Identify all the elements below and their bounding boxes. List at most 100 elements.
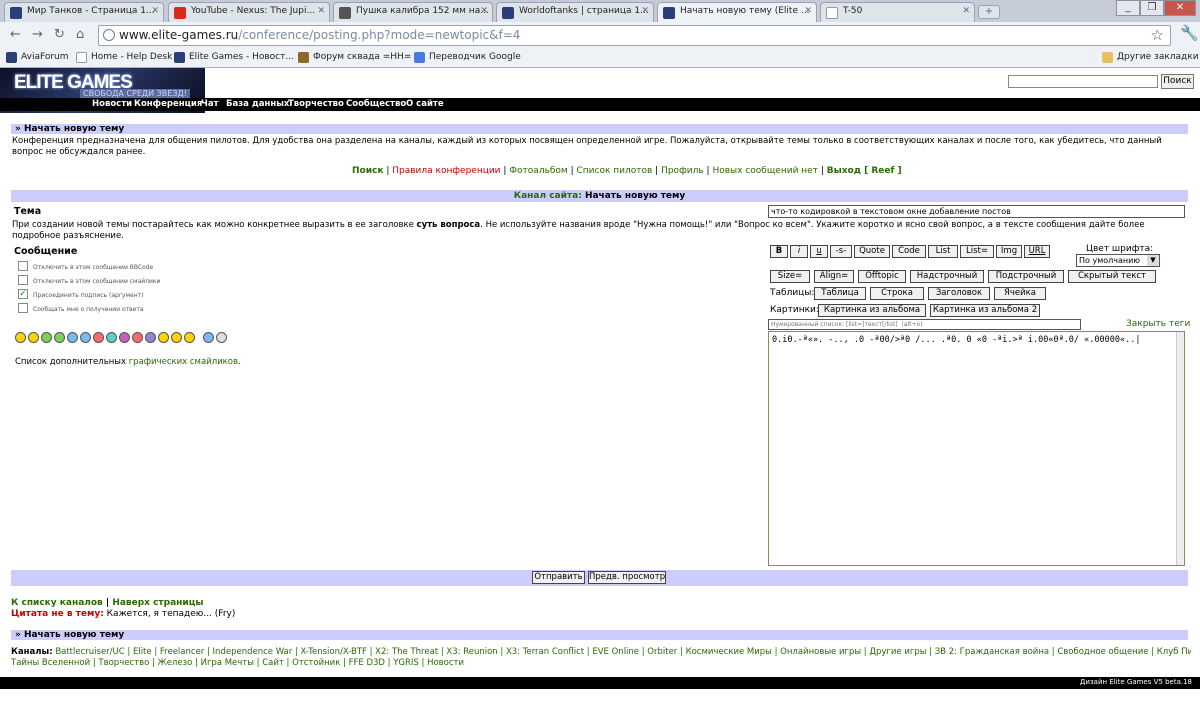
browser-tab-3[interactable]: Пушка калибра 152 мм на... ✕: [333, 2, 493, 22]
attach-signature-checkbox[interactable]: ✓: [18, 289, 28, 299]
top-of-page-link[interactable]: Наверх страницы: [112, 598, 203, 608]
site-search-input[interactable]: [1008, 75, 1158, 88]
close-window-icon[interactable]: ✕: [1164, 0, 1196, 16]
smile-icon[interactable]: [15, 332, 26, 343]
preview-button[interactable]: Предв. просмотр: [588, 571, 666, 584]
subscript-button[interactable]: Подстрочный: [988, 270, 1064, 283]
strike-button[interactable]: -s-: [830, 245, 852, 258]
address-bar[interactable]: www.elite-games.ru/conference/posting.ph…: [98, 25, 1171, 46]
notify-reply-checkbox[interactable]: [18, 303, 28, 313]
browser-tab-5-active[interactable]: Начать новую тему (Elite ... ✕: [657, 2, 817, 22]
quote-button[interactable]: Quote: [854, 245, 890, 258]
submit-button[interactable]: Отправить: [532, 571, 585, 584]
profile-link[interactable]: Профиль: [661, 166, 704, 176]
list-numbered-button[interactable]: List=: [960, 245, 994, 258]
url-button[interactable]: URL: [1024, 245, 1050, 258]
smile-icon[interactable]: [93, 332, 104, 343]
reload-icon[interactable]: ↻: [54, 27, 65, 42]
bookmark-item[interactable]: AviaForum: [6, 52, 69, 63]
align-button[interactable]: Align=: [814, 270, 854, 283]
smile-icon[interactable]: [203, 332, 214, 343]
nav-creativity[interactable]: Творчество: [288, 99, 344, 109]
offtopic-button[interactable]: Offtopic: [858, 270, 906, 283]
close-tab-icon[interactable]: ✕: [641, 6, 649, 16]
bold-button[interactable]: B: [770, 245, 788, 258]
hidden-text-button[interactable]: Скрытый текст: [1068, 270, 1156, 283]
smile-icon[interactable]: [171, 332, 182, 343]
nav-database[interactable]: База данных: [226, 99, 289, 109]
list-button[interactable]: List: [928, 245, 958, 258]
size-button[interactable]: Size=: [770, 270, 810, 283]
smile-icon[interactable]: [132, 332, 143, 343]
browser-tab-4[interactable]: Worldoftanks | страница 1... ✕: [496, 2, 654, 22]
bookmark-item[interactable]: Home - Help Desk: [76, 52, 172, 63]
smile-icon[interactable]: [158, 332, 169, 343]
smile-icon[interactable]: [119, 332, 130, 343]
cell-button[interactable]: Ячейка: [994, 287, 1046, 300]
browser-tab-2[interactable]: YouTube - Nexus: The Jupi... ✕: [168, 2, 330, 22]
album-image-2-button[interactable]: Картинка из альбома 2: [930, 304, 1040, 317]
nav-news[interactable]: Новости: [92, 99, 132, 109]
topic-input[interactable]: [768, 205, 1185, 218]
minimize-icon[interactable]: _: [1116, 0, 1140, 16]
underline-button[interactable]: u: [810, 245, 828, 258]
new-messages-link[interactable]: Новых сообщений нет: [712, 166, 818, 176]
disable-smilies-checkbox[interactable]: [18, 275, 28, 285]
maximize-icon[interactable]: ❐: [1140, 0, 1164, 16]
smile-icon[interactable]: [54, 332, 65, 343]
nav-community[interactable]: Сообщество: [346, 99, 406, 109]
album-image-button[interactable]: Картинка из альбома: [818, 304, 926, 317]
textarea-scrollbar[interactable]: [1176, 332, 1184, 565]
close-tab-icon[interactable]: ✕: [480, 6, 488, 16]
smile-icon[interactable]: [67, 332, 78, 343]
smile-icon[interactable]: [216, 332, 227, 343]
header-cell-button[interactable]: Заголовок: [928, 287, 990, 300]
close-tab-icon[interactable]: ✕: [317, 6, 325, 16]
forward-arrow-icon[interactable]: →: [32, 27, 43, 42]
smile-icon[interactable]: [184, 332, 195, 343]
graphic-smilies-link[interactable]: графических смайликов: [129, 357, 238, 367]
smile-icon[interactable]: [41, 332, 52, 343]
wrench-icon[interactable]: 🔧: [1180, 24, 1199, 42]
home-icon[interactable]: ⌂: [76, 27, 84, 42]
pilots-list-link[interactable]: Список пилотов: [576, 166, 652, 176]
close-tab-icon[interactable]: ✕: [804, 6, 812, 16]
smile-icon[interactable]: [106, 332, 117, 343]
nav-chat[interactable]: Чат: [201, 99, 219, 109]
back-to-channels-link[interactable]: К списку каналов: [11, 598, 103, 608]
close-tab-icon[interactable]: ✕: [962, 6, 970, 16]
nav-conference[interactable]: Конференция: [134, 99, 202, 109]
table-button[interactable]: Таблица: [814, 287, 866, 300]
google-translate-icon: [414, 52, 425, 63]
bookmark-item[interactable]: Переводчик Google: [414, 52, 521, 63]
bookmark-star-icon[interactable]: ☆: [1151, 26, 1164, 44]
back-arrow-icon[interactable]: ←: [10, 27, 21, 42]
code-button[interactable]: Code: [892, 245, 926, 258]
superscript-button[interactable]: Надстрочный: [910, 270, 984, 283]
browser-tab-6[interactable]: T-50 ✕: [820, 2, 975, 22]
new-tab-button[interactable]: +: [978, 5, 1000, 19]
smile-icon[interactable]: [28, 332, 39, 343]
site-search-button[interactable]: Поиск: [1161, 74, 1194, 89]
smile-icon[interactable]: [80, 332, 91, 343]
browser-tab-1[interactable]: Мир Танков - Страница 1... ✕: [4, 2, 164, 22]
back-nav: К списку каналов | Наверх страницы: [11, 598, 204, 608]
search-link[interactable]: Поиск: [352, 166, 383, 176]
message-textarea[interactable]: 0.i0.-ª«». -.., .0 -ª00/>ª0 /... .ª0. 0 …: [768, 331, 1185, 566]
disable-bbcode-checkbox[interactable]: [18, 261, 28, 271]
font-color-select[interactable]: По умолчанию ▼: [1076, 254, 1160, 267]
italic-button[interactable]: i: [790, 245, 808, 258]
img-button[interactable]: Img: [996, 245, 1022, 258]
bookmark-item[interactable]: Форум сквада =HH=: [298, 52, 411, 63]
other-bookmarks[interactable]: Другие закладки: [1102, 52, 1199, 63]
close-tab-icon[interactable]: ✕: [151, 6, 159, 16]
row-button[interactable]: Строка: [870, 287, 924, 300]
photo-album-link[interactable]: Фотоальбом: [509, 166, 567, 176]
bookmark-item[interactable]: Elite Games - Новост...: [174, 52, 294, 63]
section-title-bar-bottom: » Начать новую тему: [11, 630, 1188, 640]
nav-about[interactable]: О сайте: [406, 99, 444, 109]
close-tags-link[interactable]: Закрыть теги: [1126, 319, 1190, 330]
rules-link[interactable]: Правила конференции: [392, 166, 500, 176]
smile-icon[interactable]: [145, 332, 156, 343]
logout-link[interactable]: Выход [ Reef ]: [827, 166, 902, 176]
